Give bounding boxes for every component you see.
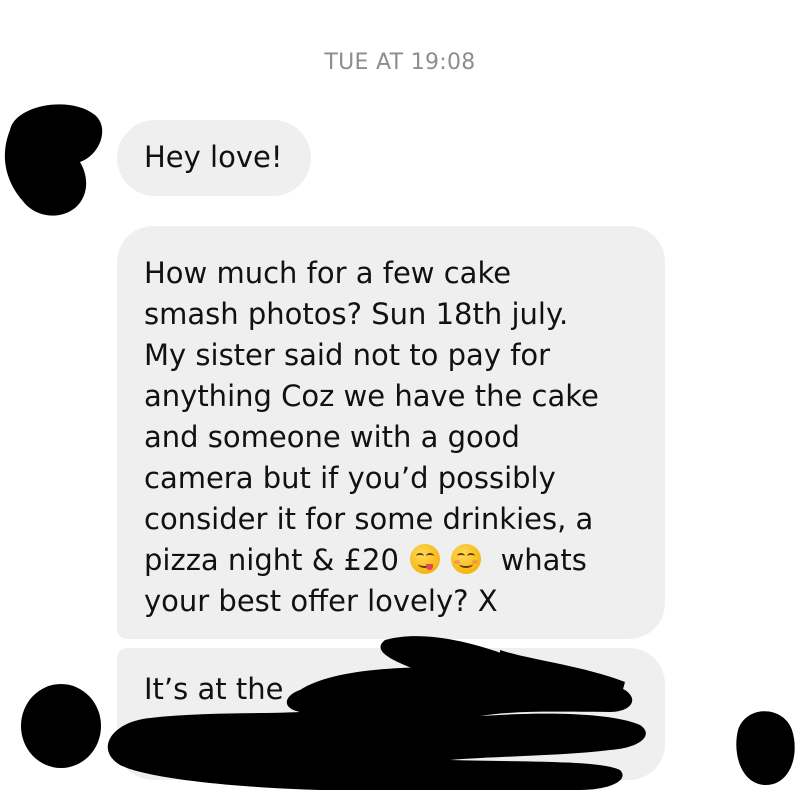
redacted-avatar-bottom-right	[736, 711, 795, 785]
redacted-avatar-bottom-left	[21, 684, 101, 768]
message-thread: TUE AT 19:08 Hey love! How much for a fe…	[0, 0, 800, 800]
redaction-scribble	[107, 636, 646, 790]
